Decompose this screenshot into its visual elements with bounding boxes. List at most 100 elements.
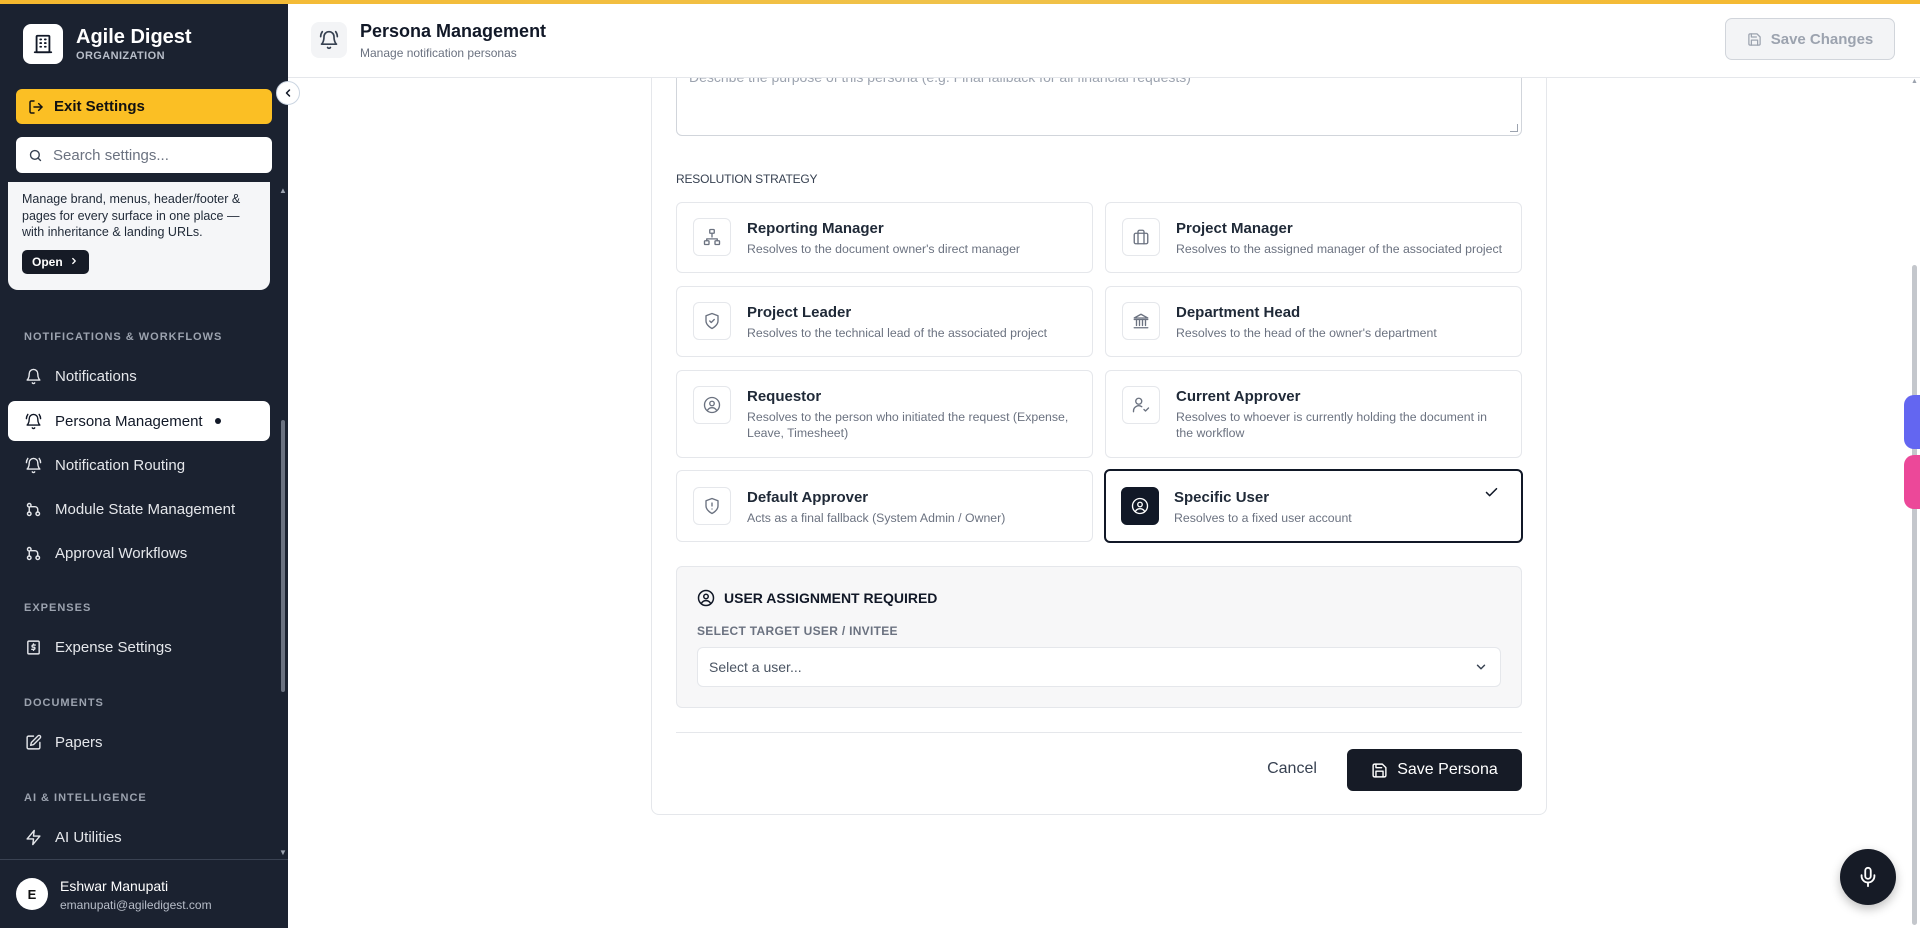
- user-circle-icon: [697, 589, 715, 607]
- resolution-strategy-label: RESOLUTION STRATEGY: [676, 172, 818, 186]
- chevron-down-icon: [1474, 660, 1488, 677]
- save-persona-label: Save Persona: [1397, 761, 1498, 778]
- sidebar-item-expense-settings[interactable]: Expense Settings: [8, 627, 270, 667]
- option-desc: Acts as a final fallback (System Admin /…: [747, 511, 1006, 525]
- cancel-button[interactable]: Cancel: [1254, 752, 1330, 786]
- user-check-icon: [1122, 386, 1160, 424]
- floating-tab-pink[interactable]: [1904, 455, 1920, 509]
- assignment-title-label: USER ASSIGNMENT REQUIRED: [724, 590, 938, 606]
- section-title-documents: DOCUMENTS: [24, 697, 104, 709]
- page-scrollbar[interactable]: [1912, 265, 1917, 925]
- page-scroll-up-icon[interactable]: ▲: [1911, 78, 1918, 85]
- check-icon: [1484, 485, 1499, 505]
- target-user-select[interactable]: Select a user...: [697, 647, 1501, 687]
- option-title: Reporting Manager: [747, 220, 884, 237]
- building-logo-icon: [23, 24, 63, 64]
- option-title: Project Manager: [1176, 220, 1293, 237]
- option-title: Default Approver: [747, 489, 869, 506]
- sidebar-item-label: Module State Management: [55, 500, 236, 518]
- brand[interactable]: Agile Digest ORGANIZATION: [23, 24, 192, 64]
- page-header: Persona Management Manage notification p…: [288, 4, 1920, 78]
- user-profile[interactable]: E Eshwar Manupati emanupati@agiledigest.…: [0, 859, 288, 928]
- bell-icon: [26, 368, 41, 384]
- sidebar-item-papers[interactable]: Papers: [8, 722, 270, 762]
- search-icon: [29, 149, 42, 161]
- sidebar-scroll-down-icon[interactable]: ▼: [279, 848, 287, 857]
- save-persona-button[interactable]: Save Persona: [1347, 749, 1522, 791]
- option-project-manager[interactable]: Project Manager Resolves to the assigned…: [1105, 202, 1522, 273]
- option-reporting-manager[interactable]: Reporting Manager Resolves to the docume…: [676, 202, 1093, 273]
- exit-icon: [29, 99, 43, 114]
- sidebar-collapse-button[interactable]: [276, 81, 300, 105]
- lightning-icon: [26, 829, 41, 845]
- microphone-icon: [1860, 866, 1876, 888]
- sidebar-item-notifications[interactable]: Notifications: [8, 356, 270, 396]
- resize-handle-icon[interactable]: [1510, 124, 1518, 132]
- save-icon: [1372, 762, 1387, 778]
- user-name: Eshwar Manupati: [60, 878, 169, 894]
- option-title: Current Approver: [1176, 388, 1301, 405]
- option-default-approver[interactable]: Default Approver Acts as a final fallbac…: [676, 470, 1093, 542]
- option-title: Department Head: [1176, 304, 1301, 321]
- git-branch-icon: [26, 502, 41, 516]
- floating-tab-purple[interactable]: [1904, 395, 1920, 449]
- promo-text: Manage brand, menus, header/footer & pag…: [22, 192, 241, 239]
- option-title: Specific User: [1174, 489, 1270, 506]
- sidebar-item-label: Approval Workflows: [55, 544, 188, 562]
- exit-settings-button[interactable]: Exit Settings: [16, 89, 272, 124]
- chevron-right-icon: [69, 255, 79, 269]
- settings-search[interactable]: [16, 137, 272, 173]
- promo-card: Manage brand, menus, header/footer & pag…: [8, 182, 270, 290]
- sidebar-item-label: Notifications: [55, 367, 137, 385]
- bell-ring-icon: [25, 413, 42, 429]
- sidebar-scrollbar[interactable]: [281, 420, 285, 692]
- sidebar-scroll-up-icon[interactable]: ▲: [279, 186, 287, 195]
- sidebar-item-label: AI Utilities: [55, 828, 122, 846]
- option-specific-user[interactable]: Specific User Resolves to a fixed user a…: [1104, 469, 1523, 543]
- settings-search-input[interactable]: [53, 146, 253, 164]
- sidebar-item-ai-utilities[interactable]: AI Utilities: [8, 817, 270, 857]
- option-desc: Resolves to the technical lead of the as…: [747, 326, 1048, 340]
- option-title: Requestor: [747, 388, 822, 405]
- sidebar-item-module-state-management[interactable]: Module State Management: [8, 489, 270, 529]
- microphone-button[interactable]: [1840, 849, 1896, 905]
- option-desc: Resolves to the head of the owner's depa…: [1176, 326, 1437, 340]
- user-assignment-panel: USER ASSIGNMENT REQUIRED SELECT TARGET U…: [676, 566, 1522, 708]
- user-circle-icon: [1121, 487, 1159, 525]
- option-requestor[interactable]: Requestor Resolves to the person who ini…: [676, 370, 1093, 458]
- option-current-approver[interactable]: Current Approver Resolves to whoever is …: [1105, 370, 1522, 458]
- shield-check-icon: [693, 302, 731, 340]
- building-icon: [1122, 302, 1160, 340]
- option-project-leader[interactable]: Project Leader Resolves to the technical…: [676, 286, 1093, 357]
- sidebar-item-label: Expense Settings: [55, 638, 172, 656]
- save-changes-button[interactable]: Save Changes: [1725, 18, 1895, 60]
- target-user-select-value: Select a user...: [709, 659, 802, 675]
- promo-open-button[interactable]: Open: [22, 249, 89, 274]
- option-desc: Resolves to whoever is currently holding…: [1176, 410, 1488, 440]
- save-icon: [1747, 32, 1761, 46]
- shield-alert-icon: [693, 487, 731, 525]
- user-email: emanupati@agiledigest.com: [60, 898, 212, 912]
- avatar: E: [16, 878, 48, 910]
- option-desc: Resolves to the person who initiated the…: [747, 410, 1069, 440]
- promo-open-label: Open: [32, 254, 63, 269]
- sidebar-item-persona-management[interactable]: Persona Management: [8, 401, 270, 441]
- select-user-label: SELECT TARGET USER / INVITEE: [697, 624, 898, 638]
- option-title: Project Leader: [747, 304, 852, 321]
- section-title-expenses: EXPENSES: [24, 602, 92, 614]
- section-title-notifications: NOTIFICATIONS & WORKFLOWS: [24, 331, 223, 343]
- bell-ring-icon: [311, 22, 347, 58]
- option-department-head[interactable]: Department Head Resolves to the head of …: [1105, 286, 1522, 357]
- option-desc: Resolves to a fixed user account: [1174, 511, 1352, 525]
- briefcase-icon: [1122, 218, 1160, 256]
- sidebar-item-notification-routing[interactable]: Notification Routing: [8, 445, 270, 485]
- brand-name: Agile Digest: [76, 26, 192, 48]
- sidebar-item-label: Persona Management: [55, 412, 203, 430]
- sidebar-item-approval-workflows[interactable]: Approval Workflows: [8, 533, 270, 573]
- exit-settings-label: Exit Settings: [54, 98, 145, 115]
- sidebar: Agile Digest ORGANIZATION Exit Settings …: [0, 0, 288, 928]
- page-subtitle: Manage notification personas: [360, 46, 517, 60]
- sidebar-item-label: Notification Routing: [55, 456, 186, 474]
- brand-subtitle: ORGANIZATION: [76, 50, 165, 62]
- sidebar-item-label: Papers: [55, 733, 103, 751]
